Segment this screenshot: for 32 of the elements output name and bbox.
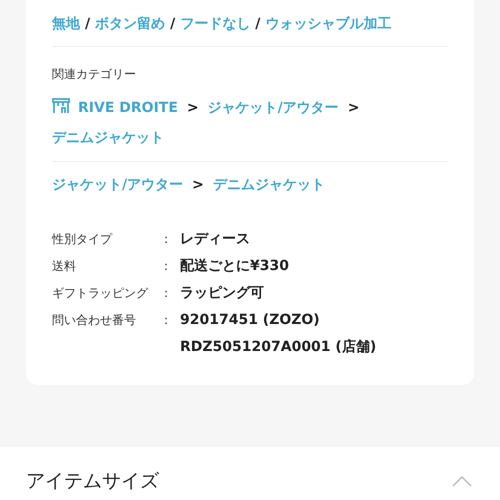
tag-link[interactable]: 無地 bbox=[52, 14, 80, 34]
storefront-icon bbox=[52, 98, 70, 114]
spec-label: ギフトラッピング bbox=[52, 285, 150, 302]
breadcrumb-link[interactable]: デニムジャケット bbox=[52, 130, 164, 146]
separator: > bbox=[348, 100, 360, 116]
spec-value: RDZ5051207A0001 (店舗) bbox=[180, 338, 376, 357]
colon: : bbox=[164, 312, 170, 329]
spec-value: 92017451 (ZOZO) bbox=[180, 311, 321, 330]
separator: / bbox=[85, 14, 90, 34]
breadcrumb-link[interactable]: ジャケット/アウター bbox=[208, 100, 339, 116]
colon: : bbox=[164, 285, 170, 302]
colon: : bbox=[164, 258, 170, 275]
section-heading: アイテムサイズ bbox=[26, 469, 159, 493]
tag-link[interactable]: ウォッシャブル加工 bbox=[265, 14, 392, 34]
spec-value: 配送ごとに¥330 bbox=[180, 257, 289, 276]
spec-label: 問い合わせ番号 bbox=[52, 312, 137, 329]
breadcrumb-link[interactable]: ジャケット/アウター bbox=[52, 177, 184, 193]
chevron-up-icon[interactable] bbox=[452, 475, 472, 487]
spec-label: 送料 bbox=[52, 258, 77, 275]
separator: / bbox=[170, 14, 176, 34]
spec-value: レディース bbox=[180, 230, 250, 249]
spec-label: 性別タイプ bbox=[52, 231, 114, 248]
separator: > bbox=[192, 177, 204, 193]
section-heading: 関連カテゴリー bbox=[52, 66, 137, 83]
spec-value: ラッピング可 bbox=[180, 284, 264, 303]
tag-link[interactable]: フードなし bbox=[180, 14, 250, 34]
breadcrumb-link[interactable]: デニムジャケット bbox=[212, 177, 325, 193]
colon: : bbox=[164, 231, 170, 248]
separator: / bbox=[255, 14, 260, 34]
separator: > bbox=[186, 100, 199, 116]
breadcrumb-link[interactable]: RIVE DROITE bbox=[78, 100, 178, 116]
tag-link[interactable]: ボタン留め bbox=[95, 14, 166, 34]
